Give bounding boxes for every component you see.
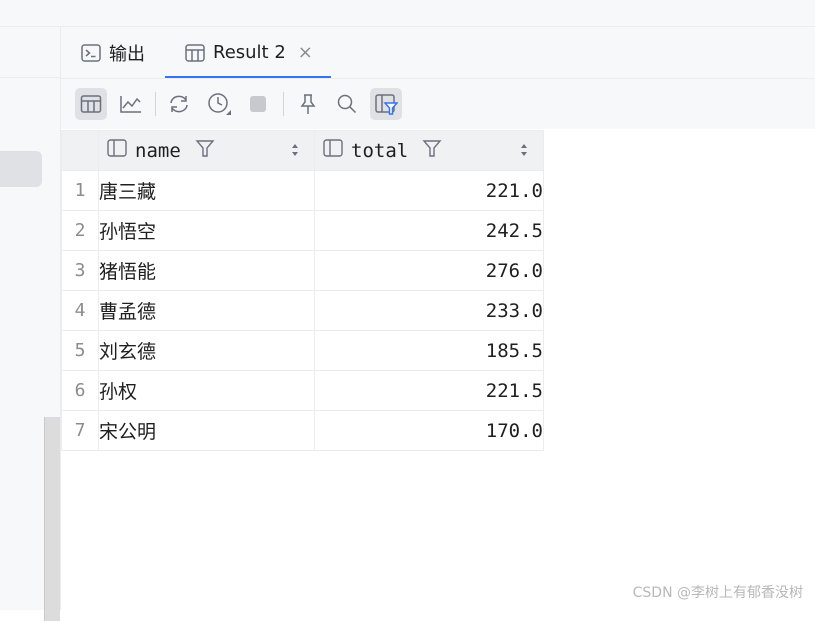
cell-total[interactable]: 221.5 (314, 370, 544, 411)
cell-total[interactable]: 170.0 (314, 410, 544, 451)
search-button[interactable] (331, 88, 363, 120)
toolbar-separator (155, 92, 156, 116)
cell-name[interactable]: 曹孟德 (98, 290, 315, 331)
search-icon (336, 93, 358, 115)
row-number: 3 (61, 250, 99, 291)
refresh-icon (167, 94, 191, 114)
column-total-label: total (351, 139, 409, 162)
left-panel (0, 27, 61, 621)
history-button[interactable] (203, 88, 235, 120)
refresh-button[interactable] (163, 88, 195, 120)
cell-name[interactable]: 唐三藏 (98, 170, 315, 211)
column-name-label: name (135, 139, 181, 162)
table-row[interactable]: 5 刘玄德 185.5 (61, 330, 544, 371)
filter-button[interactable] (370, 88, 402, 120)
left-scrollbar[interactable] (44, 417, 60, 621)
column-filter-icon[interactable] (195, 138, 215, 163)
row-number-header (61, 130, 99, 171)
row-number: 4 (61, 290, 99, 331)
column-icon (107, 139, 127, 162)
stop-icon (248, 94, 268, 114)
row-number: 1 (61, 170, 99, 211)
close-icon[interactable]: × (298, 42, 313, 63)
table-row[interactable]: 2 孙悟空 242.5 (61, 210, 544, 251)
tab-output-label: 输出 (109, 43, 145, 65)
table-row[interactable]: 1 唐三藏 221.0 (61, 170, 544, 211)
filter-icon (374, 92, 398, 116)
table-icon (185, 43, 205, 62)
terminal-icon (81, 43, 101, 62)
row-number: 2 (61, 210, 99, 251)
table-row[interactable]: 6 孙权 221.5 (61, 370, 544, 411)
toolbar-separator (283, 92, 284, 116)
table-row[interactable]: 7 宋公明 170.0 (61, 410, 544, 451)
chart-view-icon (119, 94, 143, 114)
sort-icon[interactable] (519, 141, 529, 164)
column-header-name[interactable]: name (98, 130, 315, 171)
chart-view-button[interactable] (115, 88, 147, 120)
tab-result-label: Result 2 (213, 42, 286, 63)
table-view-button[interactable] (75, 88, 107, 120)
row-number: 5 (61, 330, 99, 371)
pin-icon (298, 93, 318, 115)
cell-total[interactable]: 233.0 (314, 290, 544, 331)
sort-icon[interactable] (290, 141, 300, 164)
cell-name[interactable]: 刘玄德 (98, 330, 315, 371)
cell-name[interactable]: 宋公明 (98, 410, 315, 451)
table-row[interactable]: 3 猪悟能 276.0 (61, 250, 544, 291)
table-row[interactable]: 4 曹孟德 233.0 (61, 290, 544, 331)
left-selected-item[interactable] (0, 151, 42, 187)
cell-total[interactable]: 242.5 (314, 210, 544, 251)
table-view-icon (80, 94, 102, 114)
pin-button[interactable] (292, 88, 324, 120)
row-number: 6 (61, 370, 99, 411)
cell-name[interactable]: 猪悟能 (98, 250, 315, 291)
result-tabs: 输出 Result 2 × (61, 27, 815, 79)
column-icon (323, 139, 343, 162)
cell-total[interactable]: 221.0 (314, 170, 544, 211)
column-filter-icon[interactable] (422, 138, 442, 163)
cell-name[interactable]: 孙权 (98, 370, 315, 411)
cell-total[interactable]: 276.0 (314, 250, 544, 291)
history-icon (206, 92, 232, 116)
top-bar (0, 0, 815, 27)
stop-button[interactable] (242, 88, 274, 120)
column-header-total[interactable]: total (314, 130, 544, 171)
left-divider (0, 77, 60, 78)
result-toolbar (61, 79, 815, 129)
cell-name[interactable]: 孙悟空 (98, 210, 315, 251)
row-number: 7 (61, 410, 99, 451)
active-tab-indicator (165, 76, 331, 78)
watermark: CSDN @李树上有郁香没树 (632, 585, 803, 601)
result-grid: name total 1 唐三藏 221.0 2 孙悟空 242.5 3 猪悟能… (61, 130, 544, 451)
cell-total[interactable]: 185.5 (314, 330, 544, 371)
tab-output[interactable]: 输出 (81, 27, 145, 78)
tab-result-2[interactable]: Result 2 × (165, 27, 331, 78)
